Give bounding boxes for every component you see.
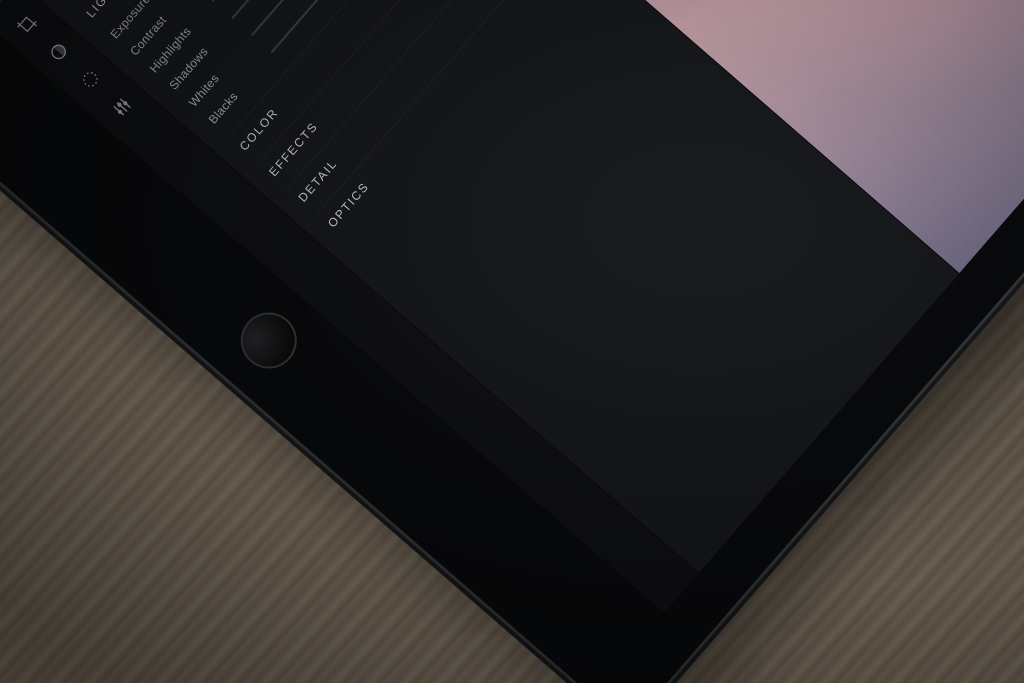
healing-radial-icon[interactable] (75, 64, 106, 95)
adjust-sliders-icon[interactable] (0, 0, 11, 12)
crop-icon[interactable] (11, 9, 42, 40)
mask-circle-icon[interactable] (43, 36, 74, 67)
home-button[interactable] (229, 301, 308, 380)
section-optics-label: OPTICS (325, 179, 372, 230)
presets-icon[interactable] (107, 91, 138, 122)
